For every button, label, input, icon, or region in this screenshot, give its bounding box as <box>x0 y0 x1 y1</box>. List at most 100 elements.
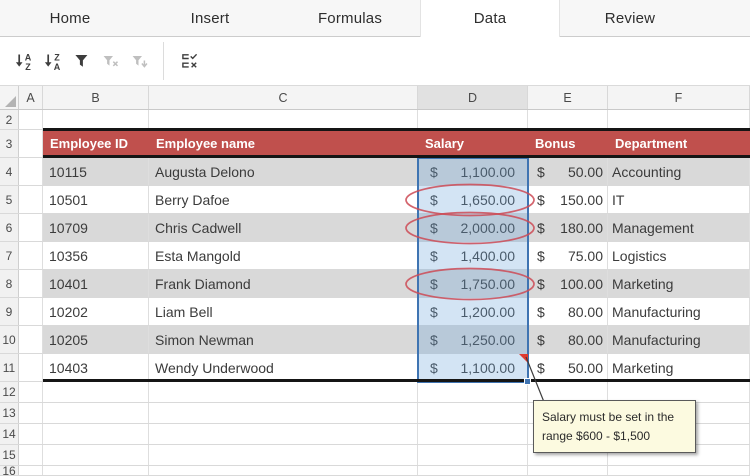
cell-C12[interactable] <box>149 382 418 402</box>
cell-B14[interactable] <box>43 424 149 444</box>
cell-B12[interactable] <box>43 382 149 402</box>
sort-descending-button[interactable]: ZA <box>38 43 67 79</box>
cell-D12[interactable] <box>418 382 528 402</box>
cell-E11[interactable]: $50.00 <box>528 354 608 381</box>
cell-F4[interactable]: Accounting <box>608 158 750 185</box>
cell-D15[interactable] <box>418 445 528 465</box>
cell-C13[interactable] <box>149 403 418 423</box>
cell-E12[interactable] <box>528 382 608 402</box>
cell-B6[interactable]: 10709 <box>43 214 149 241</box>
cell-E9[interactable]: $80.00 <box>528 298 608 325</box>
cell-C2[interactable] <box>149 110 418 129</box>
cell-F8[interactable]: Marketing <box>608 270 750 297</box>
cell-D13[interactable] <box>418 403 528 423</box>
row-header-8[interactable]: 8 <box>0 270 19 297</box>
row-header-4[interactable]: 4 <box>0 158 19 185</box>
tab-data[interactable]: Data <box>420 0 560 37</box>
cell-F7[interactable]: Logistics <box>608 242 750 269</box>
cell-E2[interactable] <box>528 110 608 129</box>
cell-A9[interactable] <box>19 298 43 325</box>
row-header-7[interactable]: 7 <box>0 242 19 269</box>
cell-A14[interactable] <box>19 424 43 444</box>
cell-C6[interactable]: Chris Cadwell <box>149 214 418 241</box>
cell-A16[interactable] <box>19 466 43 475</box>
row-header-10[interactable]: 10 <box>0 326 19 353</box>
cell-D16[interactable] <box>418 466 528 475</box>
cell-A12[interactable] <box>19 382 43 402</box>
cell-A10[interactable] <box>19 326 43 353</box>
row-header-16[interactable]: 16 <box>0 466 19 475</box>
cell-B11[interactable]: 10403 <box>43 354 149 381</box>
cell-A8[interactable] <box>19 270 43 297</box>
tab-insert[interactable]: Insert <box>140 0 280 37</box>
cell-C11[interactable]: Wendy Underwood <box>149 354 418 381</box>
cell-D3[interactable]: Salary <box>418 130 528 157</box>
cell-E10[interactable]: $80.00 <box>528 326 608 353</box>
cell-B4[interactable]: 10115 <box>43 158 149 185</box>
column-header-b[interactable]: B <box>43 86 149 109</box>
cell-A13[interactable] <box>19 403 43 423</box>
row-header-5[interactable]: 5 <box>0 186 19 213</box>
sort-ascending-button[interactable]: AZ <box>9 43 38 79</box>
cell-F3[interactable]: Department <box>608 130 750 157</box>
cell-A2[interactable] <box>19 110 43 129</box>
data-validation-button[interactable] <box>175 43 204 79</box>
tab-review[interactable]: Review <box>560 0 700 37</box>
cell-C10[interactable]: Simon Newman <box>149 326 418 353</box>
cell-F5[interactable]: IT <box>608 186 750 213</box>
column-header-e[interactable]: E <box>528 86 608 109</box>
cell-F16[interactable] <box>608 466 750 475</box>
row-header-9[interactable]: 9 <box>0 298 19 325</box>
filter-button[interactable] <box>67 43 96 79</box>
cell-B13[interactable] <box>43 403 149 423</box>
column-header-d[interactable]: D <box>418 86 528 109</box>
cell-B10[interactable]: 10205 <box>43 326 149 353</box>
row-header-11[interactable]: 11 <box>0 354 19 381</box>
cell-A11[interactable] <box>19 354 43 381</box>
cell-C9[interactable]: Liam Bell <box>149 298 418 325</box>
cell-A5[interactable] <box>19 186 43 213</box>
tab-home[interactable]: Home <box>0 0 140 37</box>
cell-C14[interactable] <box>149 424 418 444</box>
cell-B2[interactable] <box>43 110 149 129</box>
cell-D2[interactable] <box>418 110 528 129</box>
cell-B3[interactable]: Employee ID <box>43 130 149 157</box>
row-header-3[interactable]: 3 <box>0 130 19 157</box>
cell-B9[interactable]: 10202 <box>43 298 149 325</box>
cell-F12[interactable] <box>608 382 750 402</box>
cell-C15[interactable] <box>149 445 418 465</box>
cell-A4[interactable] <box>19 158 43 185</box>
cell-C16[interactable] <box>149 466 418 475</box>
cell-C3[interactable]: Employee name <box>149 130 418 157</box>
row-header-2[interactable]: 2 <box>0 110 19 129</box>
cell-A6[interactable] <box>19 214 43 241</box>
row-header-15[interactable]: 15 <box>0 445 19 465</box>
row-header-13[interactable]: 13 <box>0 403 19 423</box>
fill-handle[interactable] <box>524 378 531 385</box>
tab-formulas[interactable]: Formulas <box>280 0 420 37</box>
select-all-corner[interactable] <box>0 86 19 109</box>
cell-E4[interactable]: $50.00 <box>528 158 608 185</box>
row-header-12[interactable]: 12 <box>0 382 19 402</box>
cell-F10[interactable]: Manufacturing <box>608 326 750 353</box>
cell-F9[interactable]: Manufacturing <box>608 298 750 325</box>
cell-F2[interactable] <box>608 110 750 129</box>
reapply-filter-button[interactable] <box>125 43 154 79</box>
cell-E3[interactable]: Bonus <box>528 130 608 157</box>
cell-C8[interactable]: Frank Diamond <box>149 270 418 297</box>
clear-filter-button[interactable] <box>96 43 125 79</box>
row-header-6[interactable]: 6 <box>0 214 19 241</box>
cell-F6[interactable]: Management <box>608 214 750 241</box>
column-header-c[interactable]: C <box>149 86 418 109</box>
cell-B8[interactable]: 10401 <box>43 270 149 297</box>
cell-B7[interactable]: 10356 <box>43 242 149 269</box>
cell-F11[interactable]: Marketing <box>608 354 750 381</box>
row-header-14[interactable]: 14 <box>0 424 19 444</box>
column-header-a[interactable]: A <box>19 86 43 109</box>
cell-B16[interactable] <box>43 466 149 475</box>
cell-E6[interactable]: $180.00 <box>528 214 608 241</box>
cell-A15[interactable] <box>19 445 43 465</box>
cell-C4[interactable]: Augusta Delono <box>149 158 418 185</box>
cell-C5[interactable]: Berry Dafoe <box>149 186 418 213</box>
cell-D14[interactable] <box>418 424 528 444</box>
